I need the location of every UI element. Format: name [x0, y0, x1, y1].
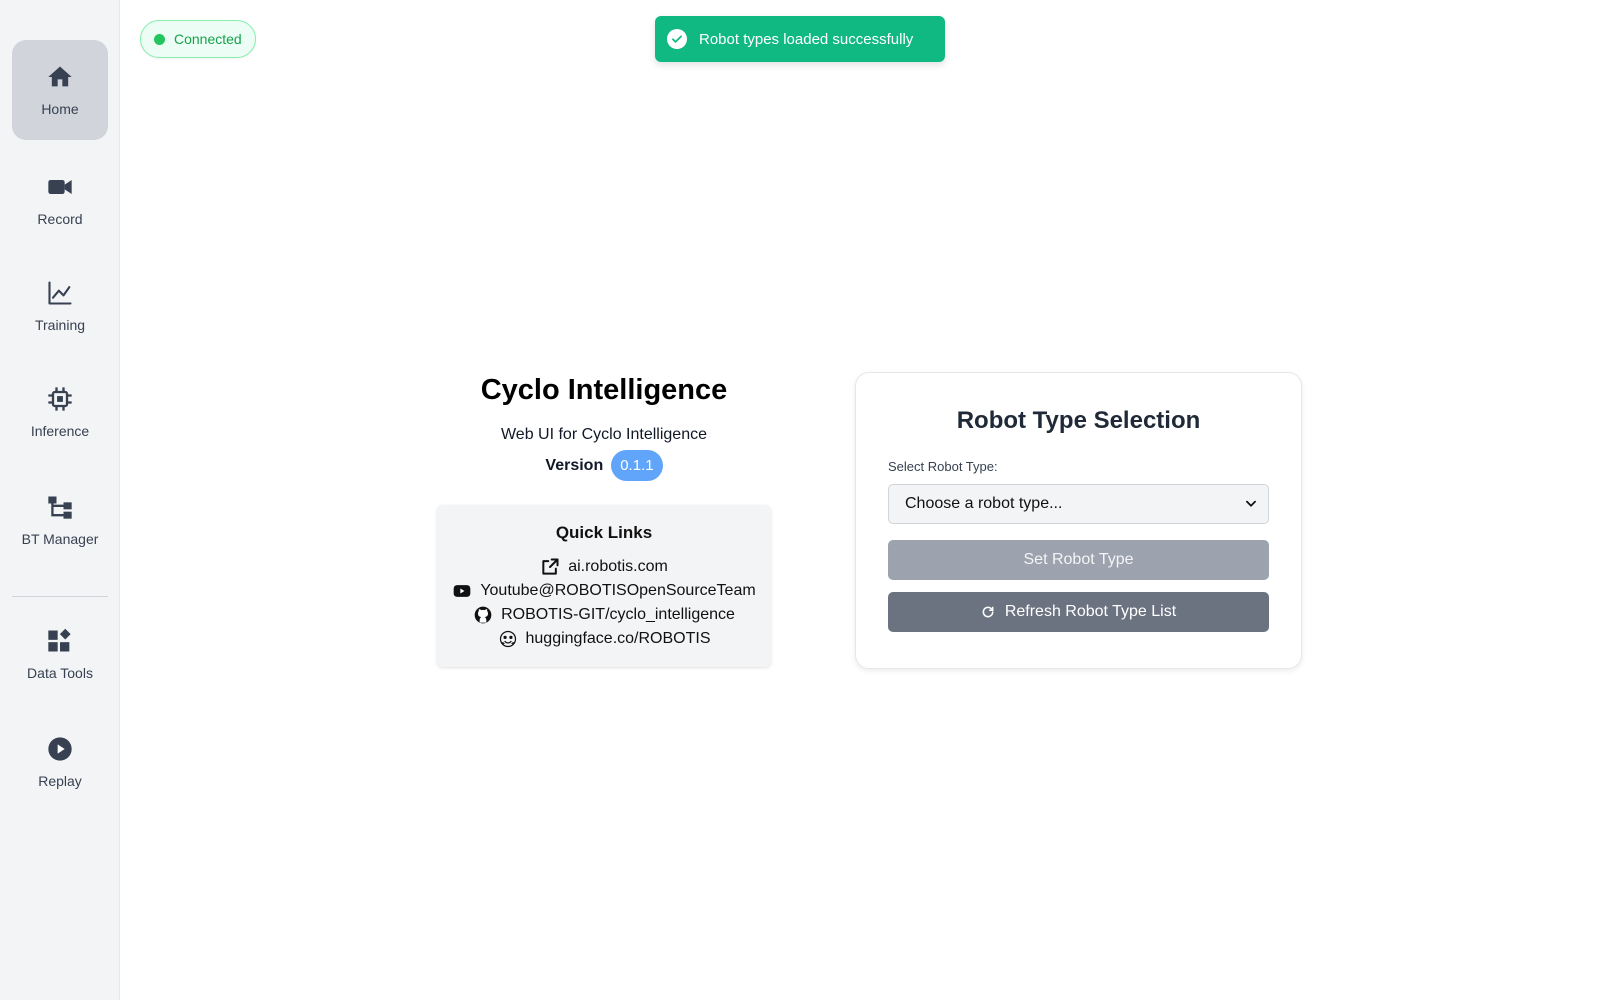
sidebar-item-home[interactable]: Home: [12, 40, 108, 140]
home-icon: [48, 66, 72, 87]
sidebar-item-record[interactable]: Record: [12, 150, 108, 250]
sidebar-divider: [12, 596, 108, 597]
sidebar-item-label: Home: [41, 101, 79, 117]
sidebar: Home Record Training Inference BT Manage…: [0, 0, 120, 1000]
sidebar-item-training[interactable]: Training: [12, 256, 108, 356]
page-subtitle: Web UI for Cyclo Intelligence: [500, 426, 707, 443]
connection-status-badge: Connected: [140, 20, 256, 58]
robot-type-select[interactable]: Choose a robot type...: [888, 484, 1269, 524]
set-robot-type-button[interactable]: Set Robot Type: [888, 540, 1269, 580]
version-label: Version: [545, 456, 604, 474]
quick-links-title: Quick Links: [555, 523, 653, 542]
sidebar-item-bt-manager[interactable]: BT Manager: [12, 470, 108, 570]
chevron-down-icon: [1246, 500, 1256, 507]
status-dot-icon: [154, 33, 165, 45]
sidebar-item-replay[interactable]: Replay: [12, 712, 108, 812]
robot-type-card: Robot Type Selection Select Robot Type: …: [855, 372, 1302, 669]
video-camera-icon: [48, 180, 72, 194]
link-label: ROBOTIS-GIT/cyclo_intelligence: [501, 606, 735, 623]
link-huggingface[interactable]: huggingface.co/ROBOTIS: [447, 627, 761, 651]
button-label: Set Robot Type: [1023, 551, 1134, 568]
toast-message: Robot types loaded successfully: [699, 30, 914, 48]
success-toast[interactable]: Robot types loaded successfully: [655, 16, 945, 62]
widgets-icon: [48, 628, 71, 652]
link-github[interactable]: ROBOTIS-GIT/cyclo_intelligence: [447, 603, 761, 627]
link-label: ai.robotis.com: [568, 558, 668, 575]
version-badge: 0.1.1: [611, 450, 663, 481]
link-youtube[interactable]: Youtube@ROBOTISOpenSourceTeam: [447, 579, 761, 603]
huggingface-icon: [499, 630, 516, 648]
quick-links-panel: Quick Links ai.robotis.com Youtube@ROBOT…: [437, 505, 771, 667]
version-row: Version 0.1.1: [437, 450, 771, 481]
tree-structure-icon: [48, 496, 72, 519]
select-value: Choose a robot type...: [905, 495, 1063, 512]
link-label: huggingface.co/ROBOTIS: [525, 630, 711, 647]
refresh-icon: [982, 606, 994, 618]
link-label: Youtube@ROBOTISOpenSourceTeam: [480, 582, 756, 599]
sidebar-item-data-tools[interactable]: Data Tools: [12, 604, 108, 704]
select-label: Select Robot Type:: [888, 459, 998, 474]
app-info-panel: Cyclo Intelligence Web UI for Cyclo Inte…: [437, 370, 771, 667]
sidebar-item-inference[interactable]: Inference: [12, 362, 108, 462]
play-circle-icon: [48, 737, 72, 761]
sidebar-item-label: Training: [34, 317, 86, 333]
connection-status-label: Connected: [174, 31, 242, 47]
sidebar-item-label: BT Manager: [21, 531, 99, 547]
refresh-robot-type-button[interactable]: Refresh Robot Type List: [888, 592, 1269, 632]
card-title: Robot Type Selection: [956, 407, 1201, 434]
sidebar-item-label: Record: [37, 211, 83, 227]
external-link-icon: [542, 558, 559, 575]
sidebar-item-label: Replay: [38, 773, 82, 789]
check-circle-icon: [667, 29, 687, 49]
sidebar-item-label: Inference: [30, 423, 90, 439]
line-chart-icon: [48, 281, 72, 305]
cpu-chip-icon: [48, 387, 72, 411]
youtube-icon: [453, 585, 471, 597]
button-label: Refresh Robot Type List: [1004, 603, 1177, 620]
page-title: Cyclo Intelligence: [480, 374, 728, 406]
link-ai-robotis[interactable]: ai.robotis.com: [447, 555, 761, 579]
github-icon: [474, 606, 492, 624]
sidebar-item-label: Data Tools: [27, 665, 93, 681]
